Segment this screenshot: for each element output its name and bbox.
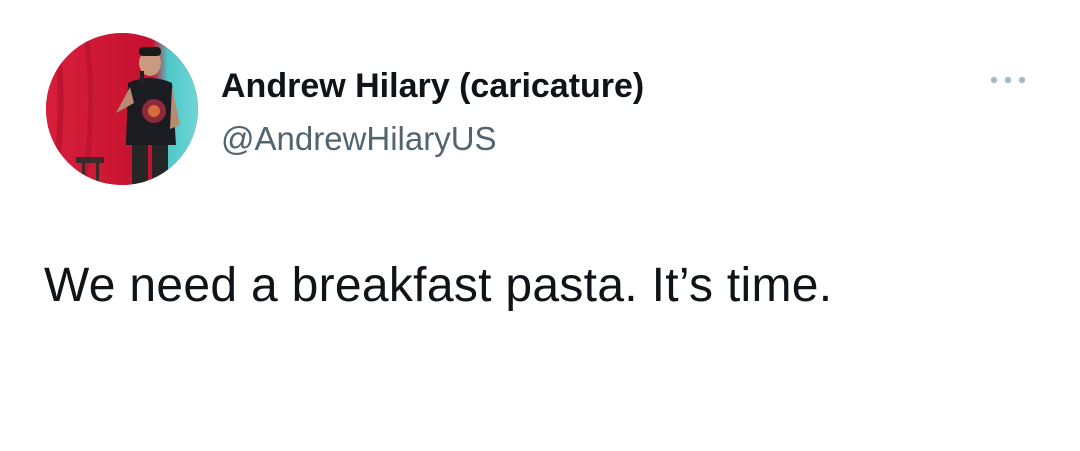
author-handle[interactable]: @AndrewHilaryUS	[221, 120, 497, 158]
tweet-card: Andrew Hilary (caricature) @AndrewHilary…	[0, 0, 1080, 451]
avatar-photo	[46, 33, 198, 185]
author-display-name[interactable]: Andrew Hilary (caricature)	[221, 66, 644, 106]
more-options-icon	[990, 76, 1026, 84]
tweet-text: We need a breakfast pasta. It’s time.	[44, 259, 833, 312]
more-options-button[interactable]	[980, 66, 1036, 94]
avatar[interactable]	[46, 33, 198, 185]
